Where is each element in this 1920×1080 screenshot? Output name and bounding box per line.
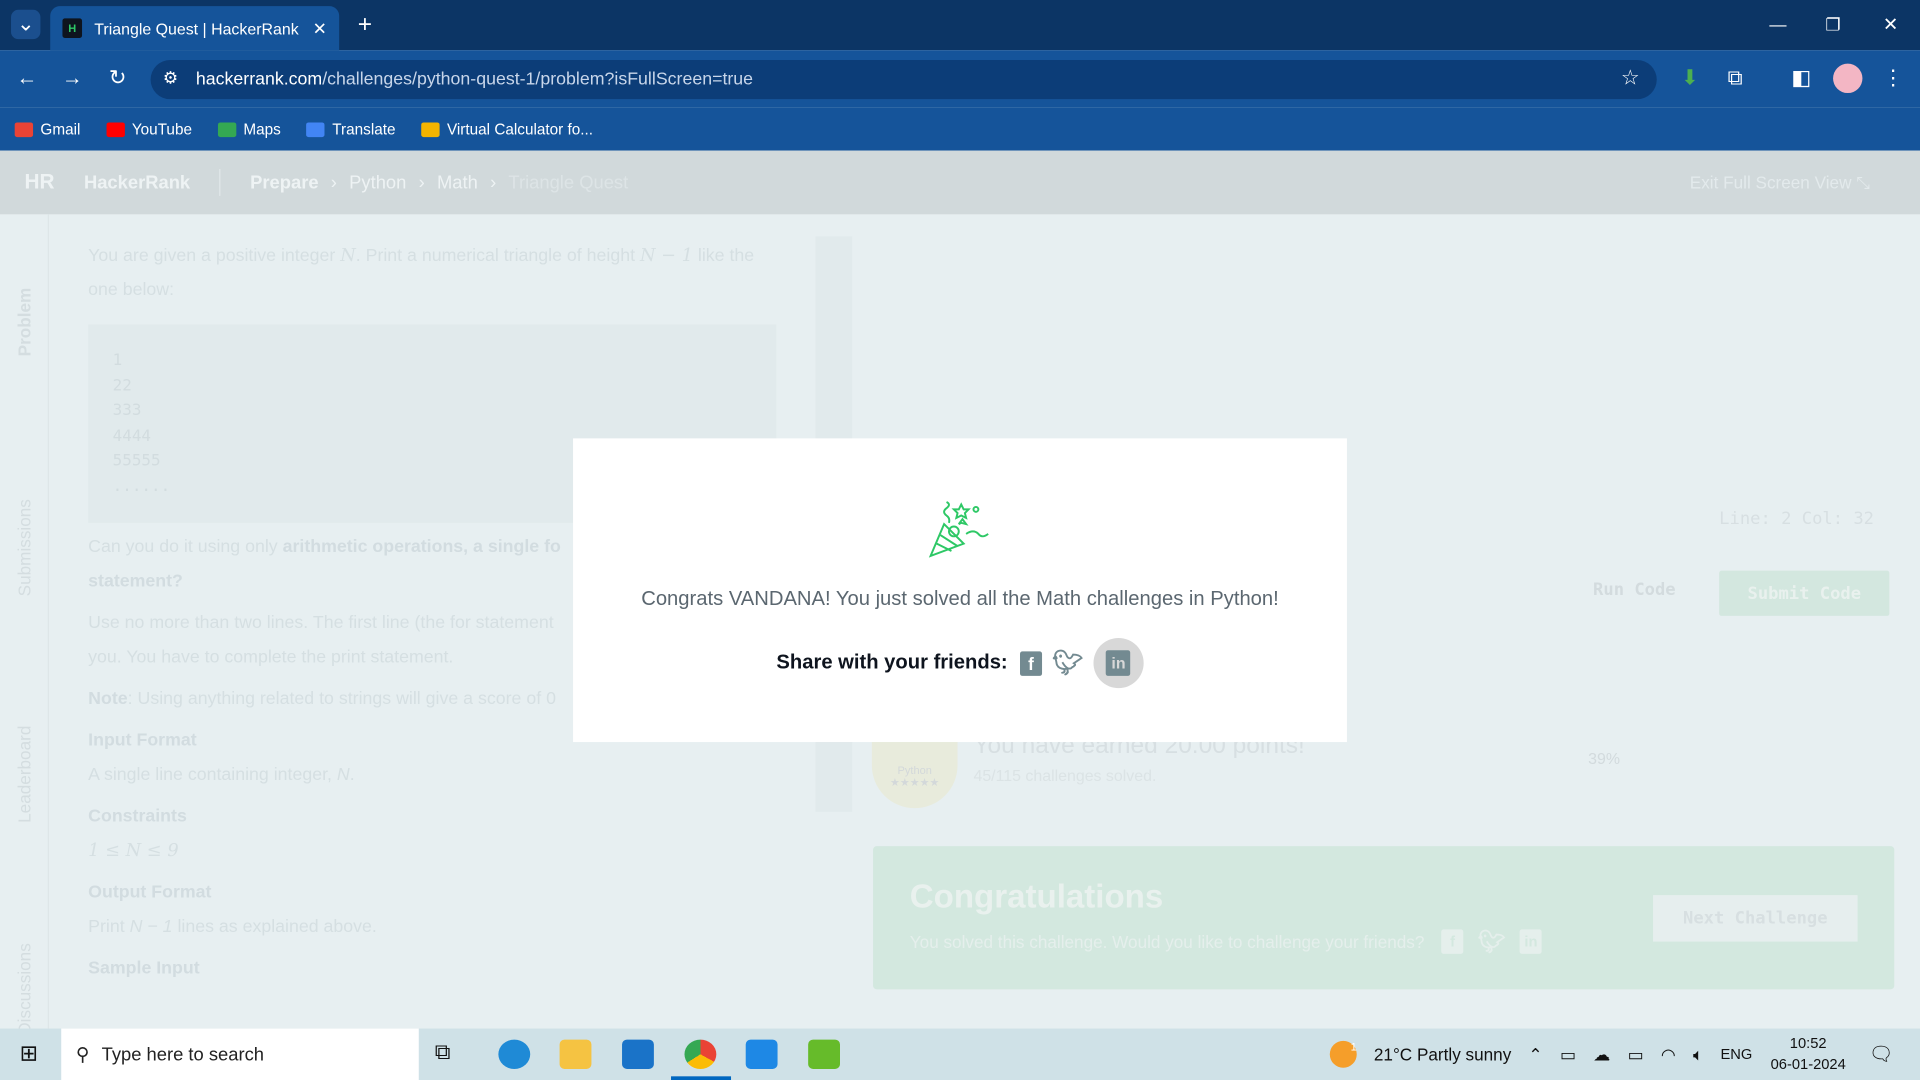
modal-message: Congrats VANDANA! You just solved all th… — [641, 587, 1279, 610]
brand-name[interactable]: HackerRank — [84, 172, 190, 193]
show-hidden-icons-icon[interactable]: ⌃ — [1528, 1044, 1542, 1065]
bookmark-star-icon[interactable]: ☆ — [1621, 66, 1640, 90]
active-app-indicator — [671, 1076, 732, 1080]
breadcrumb-math[interactable]: Math — [437, 172, 478, 193]
hackerrank-logo[interactable]: HR — [24, 170, 54, 194]
file-explorer-icon[interactable] — [559, 1039, 592, 1069]
download-extension-icon[interactable]: ⬇ — [1675, 64, 1704, 93]
bookmark-translate[interactable]: Translate — [306, 121, 396, 138]
linkedin-share-icon[interactable]: in — [1093, 637, 1144, 689]
chrome-icon[interactable] — [684, 1039, 717, 1069]
next-challenge-button[interactable]: Next Challenge — [1653, 895, 1858, 942]
weather-icon[interactable]: 1 — [1329, 1040, 1357, 1068]
battery-icon[interactable]: ▭ — [1628, 1044, 1644, 1065]
minimize-icon[interactable]: — — [1763, 10, 1792, 39]
tab-title: Triangle Quest | HackerRank — [94, 18, 299, 38]
site-info-icon[interactable]: ⚙ — [163, 67, 178, 88]
weather-text[interactable]: 21°C Partly sunny — [1374, 1044, 1511, 1064]
bookmark-gmail[interactable]: Gmail — [14, 121, 81, 138]
code-line: 1 — [112, 351, 123, 370]
maps-icon — [217, 121, 237, 137]
code-line: 333 — [112, 401, 142, 421]
tab-strip: ⌄ H Triangle Quest | HackerRank ✕ + — ❐ … — [0, 0, 1920, 51]
problem-statement: You are given a positive integer N. Prin… — [88, 246, 755, 301]
onedrive-icon[interactable]: ☁ — [1593, 1044, 1610, 1065]
task-view-icon[interactable]: ⧉ — [435, 1040, 467, 1069]
taskbar: ⊞ ⚲ Type here to search ⧉ 1 21°C Partly s… — [0, 1028, 1920, 1080]
windows-start-icon[interactable]: ⊞ — [20, 1041, 38, 1067]
twitter-share-icon[interactable]: 🐦︎ — [1052, 650, 1083, 677]
sidebar: Problem Submissions Leaderboard Discussi… — [0, 214, 49, 1035]
download-manager-icon[interactable] — [808, 1039, 841, 1069]
facebook-icon[interactable]: f — [1441, 929, 1464, 954]
congratulations-text: You solved this challenge. Would you lik… — [909, 931, 1425, 952]
url-path: /challenges/python-quest-1/problem?isFul… — [322, 69, 754, 90]
breadcrumb-current: Triangle Quest — [508, 172, 629, 193]
vscode-icon[interactable] — [745, 1039, 778, 1069]
extensions-icon[interactable]: ⧉ — [1720, 64, 1749, 93]
submit-code-button[interactable]: Submit Code — [1719, 570, 1890, 616]
twitter-icon[interactable]: 🐦︎ — [1478, 929, 1506, 953]
restore-icon[interactable]: ❐ — [1818, 10, 1847, 39]
edge-icon[interactable] — [498, 1039, 531, 1069]
hackerrank-favicon-icon: H — [62, 18, 83, 38]
search-icon: ⚲ — [75, 1044, 90, 1066]
run-code-button[interactable]: Run Code — [1593, 580, 1676, 600]
exit-fullscreen-button[interactable]: Exit Full Screen View ⤡ — [1690, 173, 1870, 194]
bookmark-maps[interactable]: Maps — [217, 121, 281, 138]
wifi-icon[interactable]: ◠ — [1661, 1044, 1676, 1065]
hackerrank-header: HR HackerRank Prepare › Python › Math › Tri… — [0, 150, 1920, 215]
close-window-icon[interactable]: ✕ — [1876, 10, 1905, 39]
tab-search-chevron-icon[interactable]: ⌄ — [11, 9, 41, 40]
side-panel-icon[interactable]: ◧ — [1787, 64, 1816, 93]
reload-icon[interactable]: ↻ — [103, 64, 132, 93]
menu-icon[interactable]: ⋮ — [1878, 64, 1907, 93]
tab-discussions[interactable]: Discussions — [15, 943, 35, 1034]
code-line: 22 — [112, 376, 132, 395]
party-popper-icon — [928, 501, 989, 558]
url-host: hackerrank.com — [195, 69, 323, 90]
challenges-solved: 45/115 challenges solved. — [973, 766, 1157, 785]
profile-avatar[interactable] — [1833, 63, 1863, 94]
address-bar[interactable]: ⚙ hackerrank.com/challenges/python-quest… — [150, 60, 1657, 100]
bookmarks-bar: Gmail YouTube Maps Translate Virtual Calcula… — [0, 107, 1920, 151]
notifications-icon[interactable]: 🗨︎ — [1869, 1042, 1894, 1066]
close-tab-icon[interactable]: ✕ — [313, 18, 327, 39]
breadcrumb: Prepare › Python › Math › Triangle Quest — [250, 172, 629, 193]
forward-icon[interactable]: → — [58, 64, 87, 93]
breadcrumb-python[interactable]: Python — [349, 172, 406, 193]
tab-leaderboard[interactable]: Leaderboard — [15, 726, 35, 823]
meet-icon[interactable]: ▭ — [1560, 1044, 1576, 1065]
facebook-share-icon[interactable]: f — [1019, 650, 1042, 676]
share-row: Share with your friends: f 🐦︎ in — [573, 637, 1347, 689]
share-label: Share with your friends: — [776, 651, 1008, 674]
system-tray: 1 21°C Partly sunny ⌃ ▭ ☁ ▭ ◠ 🔈︎ ENG — [1329, 1029, 1752, 1080]
tab-submissions[interactable]: Submissions — [15, 499, 35, 596]
calculator-icon — [421, 121, 440, 137]
taskbar-search[interactable]: ⚲ Type here to search — [61, 1028, 419, 1080]
congratulations-title: Congratulations — [909, 877, 1164, 915]
back-icon[interactable]: ← — [12, 64, 41, 93]
progress-percent: 39% — [1588, 749, 1621, 768]
success-modal: Congrats VANDANA! You just solved all th… — [573, 438, 1347, 743]
volume-icon[interactable]: 🔈︎ — [1693, 1044, 1703, 1065]
translate-icon — [306, 121, 325, 137]
youtube-icon — [106, 121, 125, 137]
bookmark-virtual[interactable]: Virtual Calculator fo... — [421, 121, 593, 138]
gmail-icon — [14, 121, 34, 137]
breadcrumb-prepare[interactable]: Prepare — [250, 172, 318, 193]
browser-tab[interactable]: H Triangle Quest | HackerRank ✕ — [50, 6, 340, 51]
congratulations-panel: Congratulations You solved this challeng… — [873, 846, 1895, 990]
new-tab-icon[interactable]: + — [350, 10, 379, 39]
tab-problem[interactable]: Problem — [15, 288, 35, 357]
language-indicator[interactable]: ENG — [1720, 1046, 1752, 1063]
mail-icon[interactable] — [622, 1039, 654, 1069]
cursor-position: Line: 2 Col: 32 — [1719, 509, 1875, 529]
bookmark-youtube[interactable]: YouTube — [106, 121, 192, 138]
divider — [219, 168, 221, 196]
linkedin-icon[interactable]: in — [1519, 929, 1542, 954]
clock[interactable]: 10:52 06-01-2024 — [1771, 1033, 1846, 1075]
